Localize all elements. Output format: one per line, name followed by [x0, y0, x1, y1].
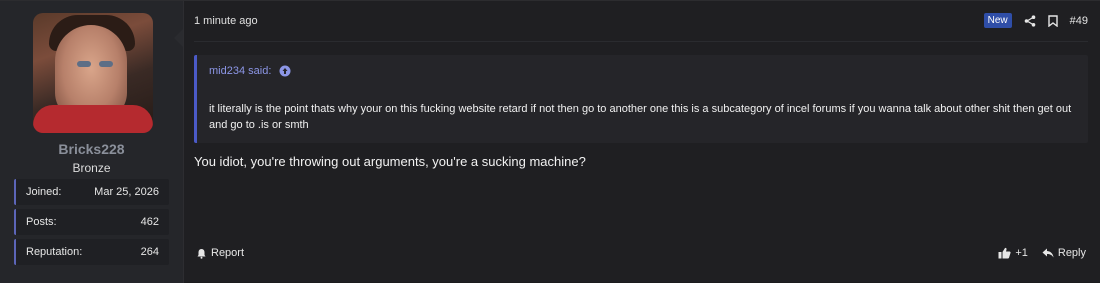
- post-time[interactable]: 1 minute ago: [194, 15, 258, 27]
- post-main: 1 minute ago New #49 mid234 said: it lit…: [184, 1, 1100, 283]
- post-pointer-arrow: [174, 29, 183, 47]
- stat-value: 264: [140, 246, 159, 258]
- stat-label: Posts:: [26, 216, 57, 228]
- quote-block: mid234 said: it literally is the point t…: [194, 55, 1088, 143]
- reply-button[interactable]: Reply: [1042, 247, 1086, 259]
- post-header-actions: New #49: [983, 13, 1088, 28]
- post-footer-actions: +1 Reply: [998, 247, 1086, 259]
- post-number[interactable]: #49: [1070, 15, 1088, 27]
- stat-reputation: Reputation: 264: [14, 239, 169, 265]
- quote-header: mid234 said:: [209, 65, 291, 77]
- reaction-count: +1: [1015, 247, 1028, 259]
- post-message: You idiot, you're throwing out arguments…: [194, 154, 586, 169]
- thumbs-up-icon: [998, 247, 1011, 259]
- user-info-column: Bricks228 Bronze Joined: Mar 25, 2026 Po…: [0, 1, 184, 283]
- arrow-up-circle-icon[interactable]: [279, 65, 291, 77]
- reply-icon: [1042, 248, 1054, 258]
- forum-post: Bricks228 Bronze Joined: Mar 25, 2026 Po…: [0, 0, 1100, 283]
- avatar[interactable]: [33, 13, 153, 133]
- username[interactable]: Bricks228: [0, 141, 183, 157]
- stat-label: Joined:: [26, 186, 62, 198]
- bookmark-icon[interactable]: [1047, 14, 1058, 27]
- report-label: Report: [211, 247, 245, 259]
- bell-icon: [196, 248, 207, 259]
- stat-value: 462: [140, 216, 159, 228]
- stat-value: Mar 25, 2026: [94, 186, 159, 198]
- quote-text: it literally is the point thats why your…: [209, 103, 1072, 131]
- report-button[interactable]: Report: [196, 247, 244, 259]
- header-divider: [194, 41, 1088, 42]
- avatar-eye-left: [77, 61, 91, 67]
- stat-posts: Posts: 462: [14, 209, 169, 235]
- user-rank: Bronze: [72, 161, 111, 175]
- quote-author[interactable]: mid234 said:: [209, 65, 271, 77]
- avatar-eye-right: [99, 61, 113, 67]
- avatar-coat: [33, 105, 153, 133]
- stat-label: Reputation:: [26, 246, 83, 258]
- stat-joined: Joined: Mar 25, 2026: [14, 179, 169, 205]
- share-icon[interactable]: [1024, 14, 1036, 27]
- new-badge: New: [983, 13, 1012, 28]
- reply-label: Reply: [1057, 247, 1086, 259]
- like-button[interactable]: +1: [998, 247, 1028, 259]
